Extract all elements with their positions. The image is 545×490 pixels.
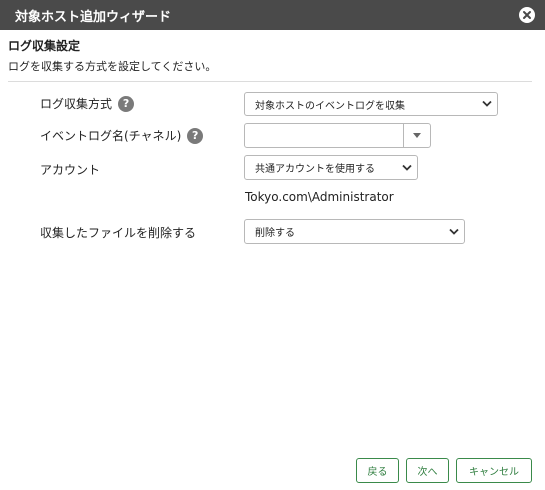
account-name: Tokyo.com\Administrator (245, 190, 394, 204)
chevron-down-icon (402, 164, 412, 171)
event-log-name-combobox[interactable] (244, 123, 431, 148)
chevron-down-icon (482, 100, 492, 107)
account-select-value: 共通アカウントを使用する (255, 164, 375, 175)
divider (8, 81, 532, 82)
help-icon[interactable]: ? (118, 95, 135, 112)
next-button[interactable]: 次へ (406, 458, 449, 483)
close-icon (523, 11, 531, 19)
window-title: 対象ホスト追加ウィザード (15, 9, 172, 25)
section-description: ログを収集する方式を設定してください。 (8, 60, 217, 73)
event-log-name-row: イベントログ名(チャネル) ? (40, 127, 204, 144)
account-select[interactable]: 共通アカウントを使用する (244, 155, 418, 180)
section-title: ログ収集設定 (8, 39, 81, 53)
back-button[interactable]: 戻る (356, 458, 399, 483)
account-label: アカウント (40, 163, 101, 177)
close-button[interactable] (519, 7, 535, 23)
cancel-button[interactable]: キャンセル (456, 458, 532, 483)
event-log-name-input[interactable] (245, 124, 403, 147)
delete-files-label: 収集したファイルを削除する (40, 226, 197, 240)
event-log-name-label: イベントログ名(チャネル) (40, 129, 182, 143)
wizard-window: 対象ホスト追加ウィザード ログ収集設定 ログを収集する方式を設定してください。 … (0, 0, 545, 490)
account-row: アカウント (40, 161, 100, 178)
help-icon[interactable]: ? (187, 127, 204, 144)
method-select[interactable]: 対象ホストのイベントログを収集 (244, 92, 498, 116)
method-select-value: 対象ホストのイベントログを収集 (255, 100, 405, 112)
titlebar: 対象ホスト追加ウィザード (0, 0, 545, 30)
method-row: ログ収集方式 ? (40, 95, 135, 112)
caret-down-icon (413, 133, 421, 138)
section: ログ収集設定 ログを収集する方式を設定してください。 (0, 30, 545, 74)
delete-files-select[interactable]: 削除する (244, 219, 465, 244)
delete-files-row: 収集したファイルを削除する (40, 224, 196, 241)
chevron-down-icon (449, 228, 459, 235)
method-label: ログ収集方式 (40, 97, 113, 111)
event-log-name-dropdown-button[interactable] (403, 124, 430, 147)
delete-files-select-value: 削除する (255, 228, 295, 239)
